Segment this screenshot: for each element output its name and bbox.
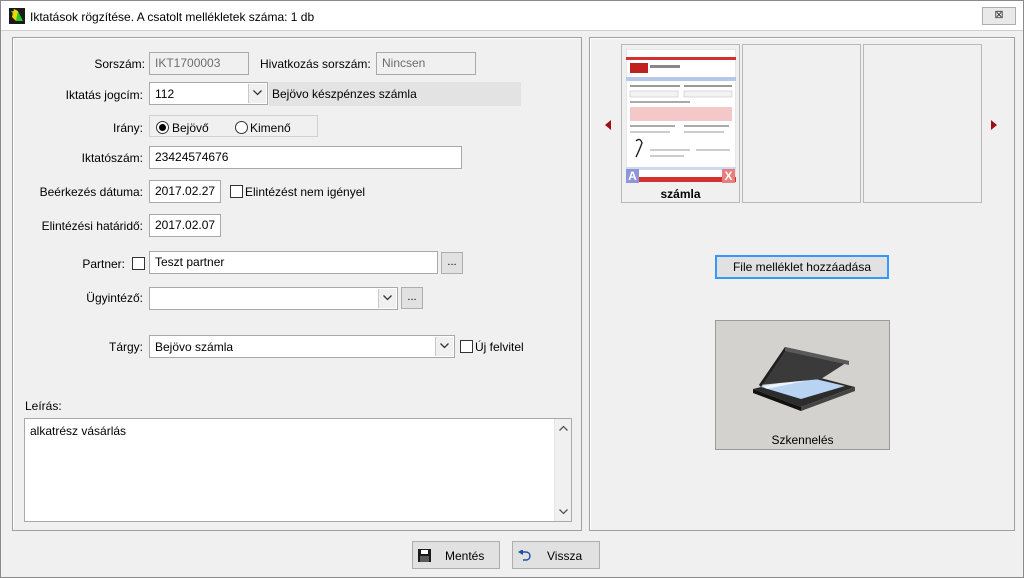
hatarido-date-field[interactable]: 2017.02.07 bbox=[149, 214, 221, 237]
uj-felvitel-label: Új felvitel bbox=[475, 340, 524, 354]
iktatoszam-label: Iktatószám: bbox=[81, 151, 143, 165]
beerkezes-label: Beérkezés dátuma: bbox=[39, 185, 143, 199]
close-button[interactable]: ⊠ bbox=[982, 7, 1016, 25]
sorszam-field[interactable]: IKT1700003 bbox=[149, 52, 249, 75]
chevron-down-icon[interactable] bbox=[248, 84, 266, 103]
beerkezes-date-field[interactable]: 2017.02.27 bbox=[149, 180, 221, 203]
leiras-scrollbar[interactable] bbox=[554, 419, 571, 521]
scroll-up-icon[interactable] bbox=[559, 425, 568, 431]
save-label: Mentés bbox=[445, 549, 485, 563]
ugyintezo-browse-button[interactable]: ... bbox=[401, 287, 423, 309]
irany-label: Irány: bbox=[112, 121, 143, 135]
attachment-slot-empty bbox=[863, 44, 982, 203]
targy-value: Bejövo számla bbox=[155, 340, 234, 354]
scan-label: Szkennelés bbox=[771, 433, 834, 447]
save-button[interactable]: Mentés bbox=[412, 541, 500, 569]
attachment-label: számla bbox=[660, 187, 701, 201]
app-icon bbox=[9, 8, 25, 24]
floppy-disk-icon bbox=[418, 549, 431, 562]
uj-felvitel-checkbox[interactable] bbox=[460, 340, 473, 353]
sorszam-label: Sorszám: bbox=[94, 57, 145, 71]
dialog-window: Iktatások rögzítése. A csatolt melléklet… bbox=[0, 0, 1024, 578]
attachment-slot-empty bbox=[742, 44, 861, 203]
badge-x[interactable]: X bbox=[722, 169, 735, 183]
undo-arrow-icon bbox=[518, 550, 531, 561]
title-bar: Iktatások rögzítése. A csatolt melléklet… bbox=[1, 1, 1023, 31]
jogcim-label: Iktatás jogcím: bbox=[65, 88, 143, 102]
partner-field[interactable]: Teszt partner bbox=[149, 251, 438, 274]
document-preview-icon bbox=[626, 49, 736, 182]
badge-a[interactable]: A bbox=[626, 169, 639, 183]
scroll-down-icon[interactable] bbox=[559, 509, 568, 515]
nem-igenyel-checkbox[interactable] bbox=[230, 185, 243, 198]
targy-label: Tárgy: bbox=[108, 340, 143, 354]
ugyintezo-label: Ügyintéző: bbox=[86, 291, 143, 305]
next-arrow-icon[interactable] bbox=[989, 119, 999, 131]
jogcim-value: 112 bbox=[155, 87, 175, 101]
jogcim-combo[interactable]: 112 bbox=[149, 82, 268, 105]
leiras-label: Leírás: bbox=[25, 399, 62, 413]
hivatkozas-label: Hivatkozás sorszám: bbox=[260, 57, 371, 71]
partner-label: Partner: bbox=[82, 257, 125, 271]
chevron-down-icon[interactable] bbox=[378, 289, 396, 308]
window-title: Iktatások rögzítése. A csatolt melléklet… bbox=[30, 10, 315, 24]
iktatoszam-field[interactable]: 23424574676 bbox=[149, 146, 462, 169]
hivatkozas-field[interactable]: Nincsen bbox=[376, 52, 476, 75]
chevron-down-icon[interactable] bbox=[435, 337, 453, 356]
scan-button[interactable]: Szkennelés bbox=[715, 320, 890, 450]
nem-igenyel-label: Elintézést nem igényel bbox=[245, 185, 366, 199]
partner-checkbox[interactable] bbox=[132, 257, 145, 270]
prev-arrow-icon[interactable] bbox=[603, 119, 613, 131]
leiras-textarea[interactable]: alkatrész vásárlás bbox=[24, 418, 572, 522]
hatarido-label: Elintézési határidő: bbox=[41, 219, 143, 233]
irany-bejovo-radio[interactable] bbox=[156, 121, 169, 134]
leiras-text: alkatrész vásárlás bbox=[30, 424, 127, 438]
back-label: Vissza bbox=[547, 549, 583, 563]
attachment-thumbnail[interactable]: A X számla bbox=[621, 44, 740, 203]
jogcim-description: Bejövo készpénzes számla bbox=[272, 87, 417, 101]
irany-kimeno-radio[interactable] bbox=[235, 121, 248, 134]
add-file-button[interactable]: File melléklet hozzáadása bbox=[715, 255, 889, 279]
back-button[interactable]: Vissza bbox=[512, 541, 600, 569]
irany-kimeno-label: Kimenő bbox=[250, 121, 291, 135]
targy-combo[interactable]: Bejövo számla bbox=[149, 335, 455, 358]
scanner-icon bbox=[753, 347, 855, 411]
partner-browse-button[interactable]: ... bbox=[441, 252, 463, 274]
ugyintezo-combo[interactable] bbox=[149, 287, 398, 310]
irany-bejovo-label: Bejövő bbox=[172, 121, 209, 135]
